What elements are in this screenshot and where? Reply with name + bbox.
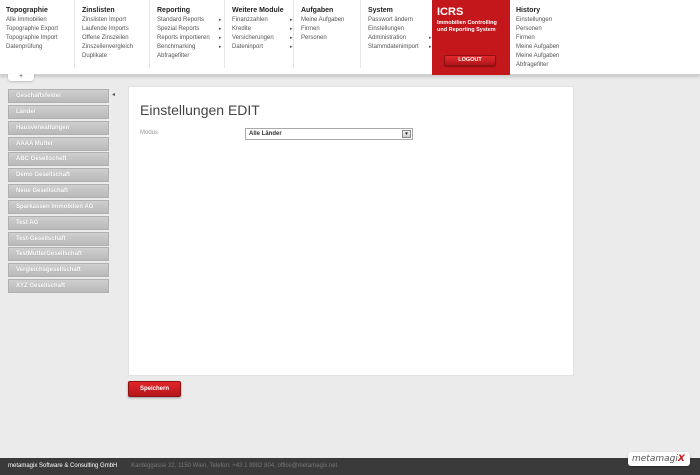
nav-item[interactable]: Standard Reports ▸ bbox=[157, 16, 224, 25]
nav-item[interactable]: Zinslisten Import bbox=[82, 16, 149, 25]
sidebar-item[interactable]: Geschäftsfelder bbox=[8, 89, 109, 103]
nav-item-label: Dateninport bbox=[232, 44, 264, 50]
nav-item-label: Stammdatenimport bbox=[368, 44, 419, 50]
sidebar-toggle-icon[interactable]: ◂ bbox=[112, 91, 115, 98]
nav-item-label: Spezial Reports bbox=[157, 26, 200, 32]
nav-heading-weitere-module[interactable]: Weitere Module bbox=[232, 7, 293, 14]
modus-label: Modus bbox=[140, 130, 159, 136]
logo-x: X bbox=[677, 454, 685, 464]
nav-item[interactable]: Kredite ▸ bbox=[232, 25, 293, 34]
nav-column-topographie: Topographie Alle Immobilien Topographie … bbox=[0, 0, 75, 68]
sidebar-item[interactable]: Länder bbox=[8, 104, 109, 119]
sidebar-item[interactable]: Test AG bbox=[8, 215, 109, 230]
brand-subtitle: Immobilien Controlling bbox=[437, 20, 497, 26]
nav-column-aufgaben: Aufgaben Meine Aufgaben Firmen Personen bbox=[295, 0, 361, 68]
nav-item[interactable]: Versicherungen ▸ bbox=[232, 34, 293, 43]
nav-item[interactable]: Abfragefilter bbox=[157, 52, 224, 61]
nav-column-weitere-module: Weitere Module Finanzzahlen ▸ Kredite ▸ Ve… bbox=[226, 0, 294, 68]
modus-select-value: Alle Länder bbox=[249, 131, 282, 137]
nav-item[interactable]: Einstellungen bbox=[516, 16, 590, 25]
nav-item[interactable]: Topographie Export bbox=[6, 25, 74, 34]
nav-item[interactable]: Laufende Imports bbox=[82, 25, 149, 34]
settings-panel: Einstellungen EDIT Modus Alle Länder ▾ bbox=[128, 86, 574, 376]
nav-item-label: Administration bbox=[368, 35, 407, 41]
nav-heading-reporting[interactable]: Reporting bbox=[157, 7, 224, 14]
nav-item[interactable]: Firmen bbox=[516, 34, 590, 43]
sidebar-item[interactable]: Hausverwaltungen bbox=[8, 120, 109, 135]
nav-item[interactable]: Stammdatenimport ▸ bbox=[368, 43, 432, 52]
nav-item[interactable]: Dateninport ▸ bbox=[232, 43, 293, 52]
nav-column-zinslisten: Zinslisten Zinslisten Import Laufende Im… bbox=[76, 0, 150, 68]
nav-item-label: Versicherungen bbox=[232, 35, 274, 41]
nav-item[interactable]: Alle Immobilien bbox=[6, 16, 74, 25]
nav-item[interactable]: Personen bbox=[301, 34, 360, 43]
nav-heading-aufgaben[interactable]: Aufgaben bbox=[301, 7, 360, 14]
nav-item-label: Standard Reports bbox=[157, 17, 205, 23]
sidebar-item[interactable]: Neue Gesellschaft bbox=[8, 184, 109, 199]
nav-item[interactable]: Duplikate bbox=[82, 52, 149, 61]
modus-select[interactable]: Alle Länder ▾ bbox=[245, 128, 413, 140]
logout-button[interactable]: LOGOUT bbox=[444, 55, 496, 66]
nav-heading-history[interactable]: History bbox=[516, 7, 590, 14]
nav-item[interactable]: Zinszeilenvergleich bbox=[82, 43, 149, 52]
nav-item[interactable]: Administration ▸ bbox=[368, 34, 432, 43]
nav-column-history: History Einstellungen Personen Firmen Me… bbox=[510, 0, 590, 68]
top-navigation: Topographie Alle Immobilien Topographie … bbox=[0, 0, 700, 75]
company-sidebar: Geschäftsfelder Länder Hausverwaltungen … bbox=[8, 89, 109, 295]
nav-item-label: Benchmarking bbox=[157, 44, 196, 50]
sidebar-item[interactable]: ABC Gesellschaft bbox=[8, 152, 109, 167]
nav-item[interactable]: Meine Aufgaben bbox=[516, 43, 590, 52]
nav-column-system: System Passwort ändern Einstellungen Adm… bbox=[362, 0, 432, 68]
sidebar-item[interactable]: XYZ Gesellschaft bbox=[8, 279, 109, 294]
nav-item[interactable]: Abfragefilter bbox=[516, 61, 590, 70]
nav-heading-topographie[interactable]: Topographie bbox=[6, 7, 74, 14]
logo-text: metamagi bbox=[632, 454, 678, 464]
sidebar-item[interactable]: Sparkassen Immobilien AG bbox=[8, 199, 109, 214]
nav-item[interactable]: Spezial Reports ▸ bbox=[157, 25, 224, 34]
nav-item[interactable]: Meine Aufgaben bbox=[516, 52, 590, 61]
nav-heading-zinslisten[interactable]: Zinslisten bbox=[82, 7, 149, 14]
metamagix-logo: metamagiX bbox=[628, 452, 690, 466]
page-title: Einstellungen EDIT bbox=[140, 102, 260, 118]
menu-collapse-tab[interactable]: + bbox=[8, 73, 34, 81]
footer: metamagix Software & Consulting GmbH Kar… bbox=[0, 458, 700, 475]
nav-item[interactable]: Finanzzahlen ▸ bbox=[232, 16, 293, 25]
sidebar-item[interactable]: Demo Gesellschaft bbox=[8, 168, 109, 183]
nav-item[interactable]: Passwort ändern bbox=[368, 16, 432, 25]
nav-item[interactable]: Reports importieren ▸ bbox=[157, 34, 224, 43]
nav-column-reporting: Reporting Standard Reports ▸ Spezial Repo… bbox=[151, 0, 225, 68]
nav-item[interactable]: Offene Zinszeilen bbox=[82, 34, 149, 43]
nav-item-label: Reports importieren bbox=[157, 35, 210, 41]
brand-title: ICRS bbox=[437, 6, 464, 18]
nav-item-label: Kredite bbox=[232, 26, 252, 32]
nav-item[interactable]: Firmen bbox=[301, 25, 360, 34]
sidebar-item[interactable]: TestMutterGesellschaft bbox=[8, 247, 109, 262]
nav-item[interactable]: Datenprüfung bbox=[6, 43, 74, 52]
nav-item[interactable]: Benchmarking ▸ bbox=[157, 43, 224, 52]
nav-item-label: Finanzzahlen bbox=[232, 17, 268, 23]
icrs-brand-box: ICRS Immobilien Controlling und Reportin… bbox=[432, 0, 510, 75]
save-button[interactable]: Speichern bbox=[128, 381, 181, 397]
nav-heading-system[interactable]: System bbox=[368, 7, 432, 14]
nav-item[interactable]: Meine Aufgaben bbox=[301, 16, 360, 25]
sidebar-item[interactable]: AAAA Mutter bbox=[8, 136, 109, 151]
chevron-down-icon[interactable]: ▾ bbox=[402, 130, 411, 138]
nav-item[interactable]: Personen bbox=[516, 25, 590, 34]
brand-subtitle: und Reporting System bbox=[437, 27, 496, 33]
sidebar-item[interactable]: Vergleichsgesellschaft bbox=[8, 263, 109, 278]
nav-item[interactable]: Einstellungen bbox=[368, 25, 432, 34]
sidebar-item[interactable]: Test-Gesellschaft bbox=[8, 231, 109, 246]
footer-company: metamagix Software & Consulting GmbH bbox=[8, 463, 118, 469]
nav-item[interactable]: Topographie Import bbox=[6, 34, 74, 43]
footer-address: Kardeggasse 22, 1150 Wien, Telefon: +43 … bbox=[131, 463, 338, 469]
